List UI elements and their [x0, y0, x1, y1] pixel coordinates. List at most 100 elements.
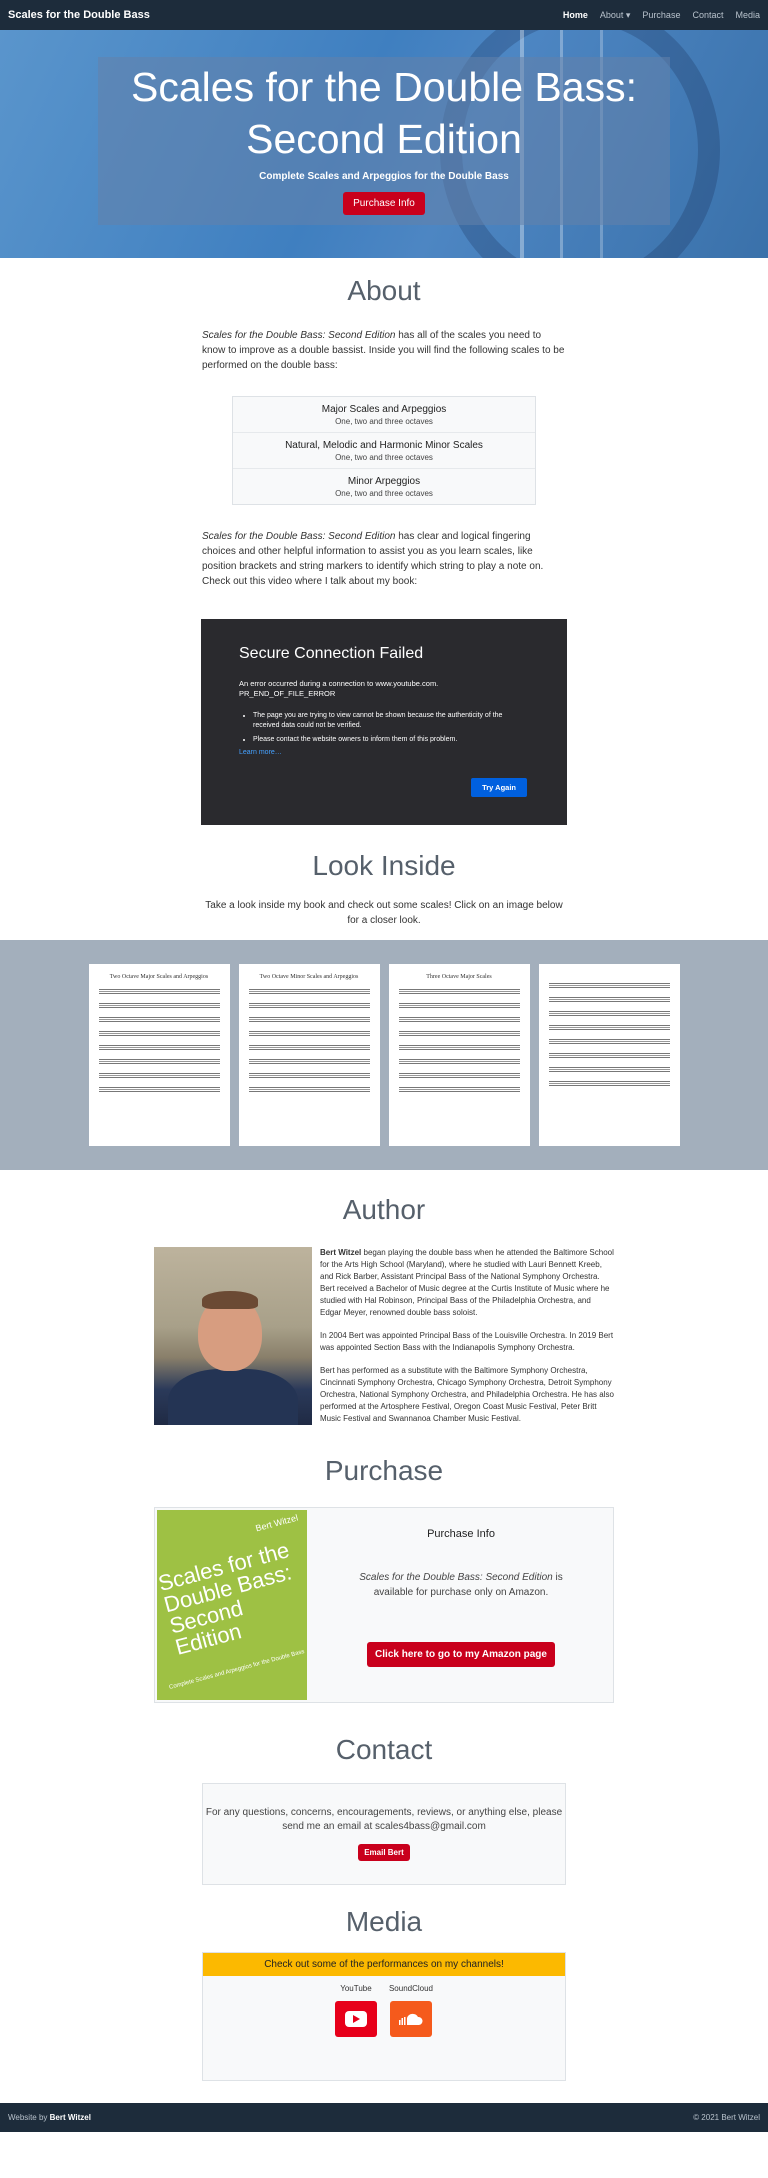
music-staff [548, 1025, 670, 1030]
soundcloud-column: SoundCloud [389, 1984, 433, 2080]
music-staff [98, 989, 220, 994]
nav-item-about[interactable]: About ▾ [600, 10, 631, 21]
music-staff [548, 1067, 670, 1072]
soundcloud-label: SoundCloud [388, 1984, 434, 1993]
music-staff [248, 989, 370, 994]
music-staff [548, 983, 670, 988]
photo-body-shape [168, 1369, 298, 1425]
music-staff [398, 1017, 520, 1022]
bio-text: began playing the double bass when he at… [320, 1248, 614, 1317]
error-message: An error occurred during a connection to… [239, 679, 529, 699]
music-staff [548, 1011, 670, 1016]
music-staff [398, 989, 520, 994]
purchase-heading: Purchase [324, 1455, 444, 1486]
learn-more-link[interactable]: Learn more… [239, 749, 529, 756]
music-staff [398, 1031, 520, 1036]
gallery-image[interactable]: Two Octave Major Scales and Arpeggios [88, 964, 230, 1146]
list-item: Major Scales and Arpeggios One, two and … [233, 397, 535, 433]
author-bio: Bert Witzel began playing the double bas… [320, 1247, 614, 1436]
media-links: YouTube SoundCloud [203, 1976, 565, 2080]
bio-paragraph: In 2004 Bert was appointed Principal Bas… [320, 1331, 614, 1352]
page-title: Three Octave Major Scales [426, 974, 492, 980]
scale-list: Major Scales and Arpeggios One, two and … [232, 396, 536, 505]
author-heading: Author [342, 1194, 426, 1225]
bio-paragraph: Bert has performed as a substitute with … [320, 1366, 614, 1423]
music-staff [248, 1031, 370, 1036]
list-item-title: Minor Arpeggios [347, 476, 421, 487]
nav-item-about-label: About [599, 9, 624, 20]
list-item-subtitle: One, two and three octaves [335, 417, 433, 426]
look-inside-text: Take a look inside my book and check out… [205, 900, 563, 926]
amazon-button[interactable]: Click here to go to my Amazon page [367, 1642, 555, 1667]
footer-prefix: Website by [8, 2113, 50, 2122]
cover-title: Scales for the Double Bass: Second Editi… [157, 1537, 295, 1660]
music-staff [98, 1017, 220, 1022]
photo-hair-shape [202, 1291, 258, 1309]
chevron-down-icon: ▾ [625, 9, 631, 20]
music-staff [98, 1059, 220, 1064]
footer-copyright: © 2021 Bert Witzel [693, 2113, 760, 2122]
purchase-card: Bert Witzel Scales for the Double Bass: … [154, 1507, 614, 1703]
try-again-button[interactable]: Try Again [471, 778, 527, 797]
music-staff [398, 1073, 520, 1078]
youtube-icon[interactable] [334, 2001, 377, 2037]
gallery-image[interactable]: Two Octave Minor Scales and Arpeggios [238, 964, 380, 1146]
page-gallery: Two Octave Major Scales and Arpeggios Tw… [0, 940, 768, 1170]
music-staff [248, 1003, 370, 1008]
music-staff [398, 1003, 520, 1008]
music-staff [398, 1059, 520, 1064]
youtube-column: YouTube [334, 1984, 377, 2080]
footer-author-link[interactable]: Bert Witzel [50, 2113, 91, 2122]
soundcloud-icon[interactable] [389, 2001, 432, 2037]
youtube-label: YouTube [340, 1984, 372, 1993]
music-staff [248, 1087, 370, 1092]
nav-item-media[interactable]: Media [735, 10, 760, 21]
music-staff [398, 1045, 520, 1050]
music-staff [98, 1031, 220, 1036]
book-cover: Bert Witzel Scales for the Double Bass: … [157, 1510, 307, 1700]
author-section: Bert Witzel began playing the double bas… [154, 1247, 614, 1436]
music-staff [548, 997, 670, 1002]
about-intro: Scales for the Double Bass: Second Editi… [202, 328, 566, 373]
list-item: Natural, Melodic and Harmonic Minor Scal… [233, 433, 535, 469]
nav-item-home[interactable]: Home [563, 10, 588, 21]
contact-text: For any questions, concerns, encourageme… [205, 1807, 563, 1832]
page-title: Two Octave Minor Scales and Arpeggios [259, 974, 359, 980]
media-banner: Check out some of the performances on my… [203, 1953, 565, 1976]
book-title: Scales for the Double Bass: Second Editi… [202, 330, 396, 341]
author-photo [154, 1247, 312, 1425]
gallery-image[interactable] [538, 964, 680, 1146]
list-item-title: Natural, Melodic and Harmonic Minor Scal… [285, 440, 483, 451]
page-title: Two Octave Major Scales and Arpeggios [109, 974, 209, 980]
bio-paragraph: Bert Witzel began playing the double bas… [320, 1247, 614, 1319]
contact-heading: Contact [335, 1734, 433, 1765]
error-message-line: An error occurred during a connection to… [239, 679, 439, 688]
nav-item-contact[interactable]: Contact [692, 10, 723, 21]
error-list-item: Please contact the website owners to inf… [253, 735, 529, 745]
error-list: The page you are trying to view cannot b… [253, 711, 529, 745]
video-embed[interactable]: Secure Connection Failed An error occurr… [201, 619, 567, 825]
error-title: Secure Connection Failed [239, 645, 424, 662]
media-card: Check out some of the performances on my… [202, 1952, 566, 2081]
list-item-subtitle: One, two and three octaves [335, 453, 433, 462]
purchase-info-text: Scales for the Double Bass: Second Editi… [341, 1570, 581, 1600]
music-staff [98, 1087, 220, 1092]
list-item: Minor Arpeggios One, two and three octav… [233, 469, 535, 504]
nav-item-purchase[interactable]: Purchase [642, 10, 680, 21]
list-item-title: Major Scales and Arpeggios [321, 404, 447, 415]
purchase-info-title: Purchase Info [427, 1528, 495, 1540]
email-button[interactable]: Email Bert [358, 1844, 410, 1861]
nav-menu: Home About ▾ Purchase Contact Media [563, 10, 760, 21]
cover-author: Bert Witzel [254, 1512, 300, 1534]
error-code: PR_END_OF_FILE_ERROR [239, 689, 336, 698]
gallery-image[interactable]: Three Octave Major Scales [388, 964, 530, 1146]
hero-banner: Scales for the Double Bass: Second Editi… [0, 30, 768, 258]
hero-box: Scales for the Double Bass: Second Editi… [98, 57, 670, 225]
brand-link[interactable]: Scales for the Double Bass [8, 9, 150, 21]
purchase-info-button[interactable]: Purchase Info [343, 192, 425, 215]
music-staff [548, 1081, 670, 1086]
list-item-subtitle: One, two and three octaves [335, 489, 433, 498]
music-staff [248, 1073, 370, 1078]
error-list-item: The page you are trying to view cannot b… [253, 711, 529, 731]
about-heading: About [347, 275, 421, 306]
